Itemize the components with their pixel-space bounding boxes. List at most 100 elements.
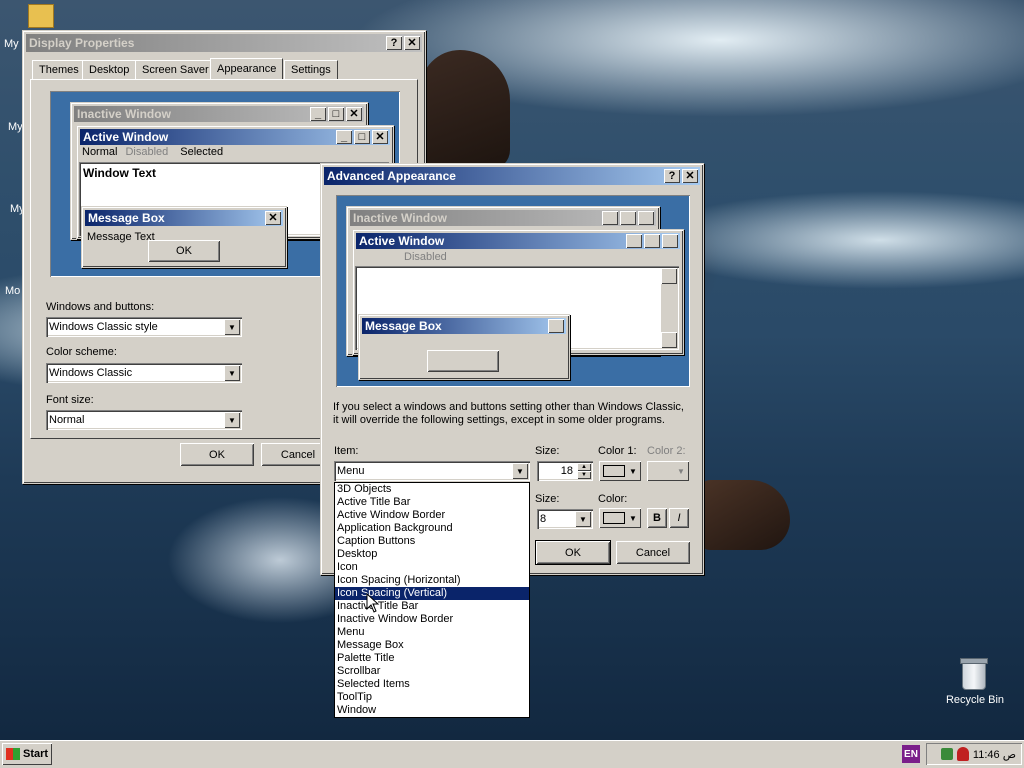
folder-icon[interactable]: [28, 4, 54, 28]
desktop-icon-label[interactable]: My: [4, 38, 19, 50]
tab-themes[interactable]: Themes: [32, 60, 86, 79]
preview-menu-disabled: Disabled: [125, 146, 169, 158]
preview-active-title: Active Window: [83, 130, 169, 144]
font-color-picker[interactable]: ▼: [599, 508, 641, 528]
minimize-icon: [626, 234, 642, 248]
chevron-down-icon[interactable]: ▼: [224, 412, 240, 428]
preview-menu-selected: Selected: [180, 146, 224, 158]
shield-icon[interactable]: [956, 747, 969, 761]
item-option[interactable]: Window: [335, 704, 529, 717]
adv-preview-inactive-titlebar: Inactive Window: [350, 210, 656, 226]
recycle-bin-icon[interactable]: [958, 656, 988, 690]
system-tray: 11:46 ص: [926, 743, 1022, 765]
item-option[interactable]: Selected Items: [335, 678, 529, 691]
preview-msgbox-title: Message Box: [88, 211, 165, 225]
spin-down-icon[interactable]: ▼: [577, 471, 591, 479]
font-color-label: Color:: [598, 493, 628, 505]
language-indicator[interactable]: EN: [902, 745, 920, 763]
desktop-icon-label[interactable]: My: [8, 121, 23, 133]
font-size-select[interactable]: Normal ▼: [46, 410, 242, 430]
color-scheme-label: Color scheme:: [46, 346, 117, 358]
close-icon: [548, 319, 564, 333]
item-dropdown-list[interactable]: 3D Objects Active Title Bar Active Window …: [334, 482, 530, 718]
item-option[interactable]: Scrollbar: [335, 665, 529, 678]
spinner-arrows[interactable]: ▲ ▼: [577, 463, 591, 479]
item-option[interactable]: Inactive Title Bar: [335, 600, 529, 613]
font-color-swatch: [603, 512, 625, 524]
item-option[interactable]: Message Box: [335, 639, 529, 652]
close-icon[interactable]: ✕: [682, 169, 698, 183]
start-label: Start: [23, 748, 49, 760]
adv-preview-active-title: Active Window: [359, 234, 445, 248]
preview-message-box: Message Box ✕ Message Text OK: [81, 206, 287, 268]
chevron-down-icon[interactable]: ▼: [224, 319, 240, 335]
maximize-icon: □: [328, 107, 344, 121]
item-label: Item:: [334, 445, 359, 457]
recycle-bin-label[interactable]: Recycle Bin: [940, 694, 1010, 706]
item-size-spinner[interactable]: 18 ▲ ▼: [537, 461, 593, 481]
item-option[interactable]: Application Background: [335, 522, 529, 535]
item-option[interactable]: Active Title Bar: [335, 496, 529, 509]
tab-desktop[interactable]: Desktop: [82, 60, 137, 79]
display-properties-titlebar[interactable]: Display Properties ? ✕: [26, 34, 422, 52]
chevron-down-icon[interactable]: ▼: [512, 463, 528, 479]
help-button[interactable]: ?: [386, 36, 402, 50]
item-option[interactable]: Active Window Border: [335, 509, 529, 522]
adv-preview-message-box: Message Box: [358, 314, 570, 380]
chevron-down-icon[interactable]: ▼: [575, 511, 591, 527]
windows-buttons-select[interactable]: Windows Classic style ▼: [46, 317, 242, 337]
maximize-icon: □: [354, 130, 370, 144]
chevron-down-icon[interactable]: ▼: [224, 365, 240, 381]
item-option[interactable]: Icon Spacing (Vertical): [335, 587, 529, 600]
start-button[interactable]: Start: [2, 743, 52, 765]
preview-msgbox-titlebar: Message Box ✕: [85, 210, 283, 226]
adv-preview-msgbox-titlebar: Message Box: [362, 318, 566, 334]
font-size-value: Normal: [49, 414, 85, 426]
item-option[interactable]: Caption Buttons: [335, 535, 529, 548]
adv-preview-active-titlebar: Active Window: [356, 233, 680, 249]
item-option[interactable]: Palette Title: [335, 652, 529, 665]
help-button[interactable]: ?: [664, 169, 680, 183]
chevron-down-icon: ▼: [677, 466, 685, 476]
advanced-appearance-titlebar[interactable]: Advanced Appearance ? ✕: [324, 167, 700, 185]
clock[interactable]: 11:46 ص: [973, 748, 1016, 761]
minimize-icon: _: [310, 107, 326, 121]
ok-button[interactable]: OK: [180, 443, 254, 466]
cancel-button[interactable]: Cancel: [616, 541, 690, 564]
item-option[interactable]: Desktop: [335, 548, 529, 561]
network-icon[interactable]: [940, 748, 953, 760]
preview-inactive-title: Inactive Window: [77, 107, 171, 121]
desktop-icon-label[interactable]: Mo: [5, 285, 20, 297]
font-size-label: Font size:: [46, 394, 94, 406]
minimize-icon: [602, 211, 618, 225]
item-option[interactable]: ToolTip: [335, 691, 529, 704]
window-title: Advanced Appearance: [327, 169, 456, 183]
maximize-icon: [644, 234, 660, 248]
close-icon: ✕: [265, 211, 281, 225]
preview-menu-bar: Normal Disabled Selected: [82, 146, 223, 158]
item-option[interactable]: 3D Objects: [335, 483, 529, 496]
item-select[interactable]: Menu ▼: [334, 461, 530, 481]
preview-menu-normal: Normal: [82, 146, 118, 158]
close-icon: ✕: [372, 130, 388, 144]
tab-settings[interactable]: Settings: [284, 60, 338, 79]
adv-preview-msgbox-title: Message Box: [365, 319, 442, 333]
ok-button[interactable]: OK: [535, 540, 611, 565]
tab-appearance[interactable]: Appearance: [210, 58, 284, 79]
item-option[interactable]: Icon: [335, 561, 529, 574]
adv-preview-button: [427, 350, 499, 372]
close-icon[interactable]: ✕: [404, 36, 420, 50]
item-size-label: Size:: [535, 445, 560, 457]
italic-button[interactable]: I: [669, 508, 689, 528]
tab-screen-saver[interactable]: Screen Saver: [135, 60, 216, 79]
color-scheme-select[interactable]: Windows Classic ▼: [46, 363, 242, 383]
item-option[interactable]: Inactive Window Border: [335, 613, 529, 626]
adv-preview-menu-disabled: Disabled: [404, 251, 447, 263]
info-text-line-2: it will override the following settings,…: [333, 414, 665, 426]
item-option[interactable]: Menu: [335, 626, 529, 639]
color-scheme-value: Windows Classic: [49, 367, 133, 379]
bold-button[interactable]: B: [647, 508, 667, 528]
color1-picker[interactable]: ▼: [599, 461, 641, 481]
font-size-select[interactable]: 8 ▼: [537, 509, 593, 529]
item-option[interactable]: Icon Spacing (Horizontal): [335, 574, 529, 587]
